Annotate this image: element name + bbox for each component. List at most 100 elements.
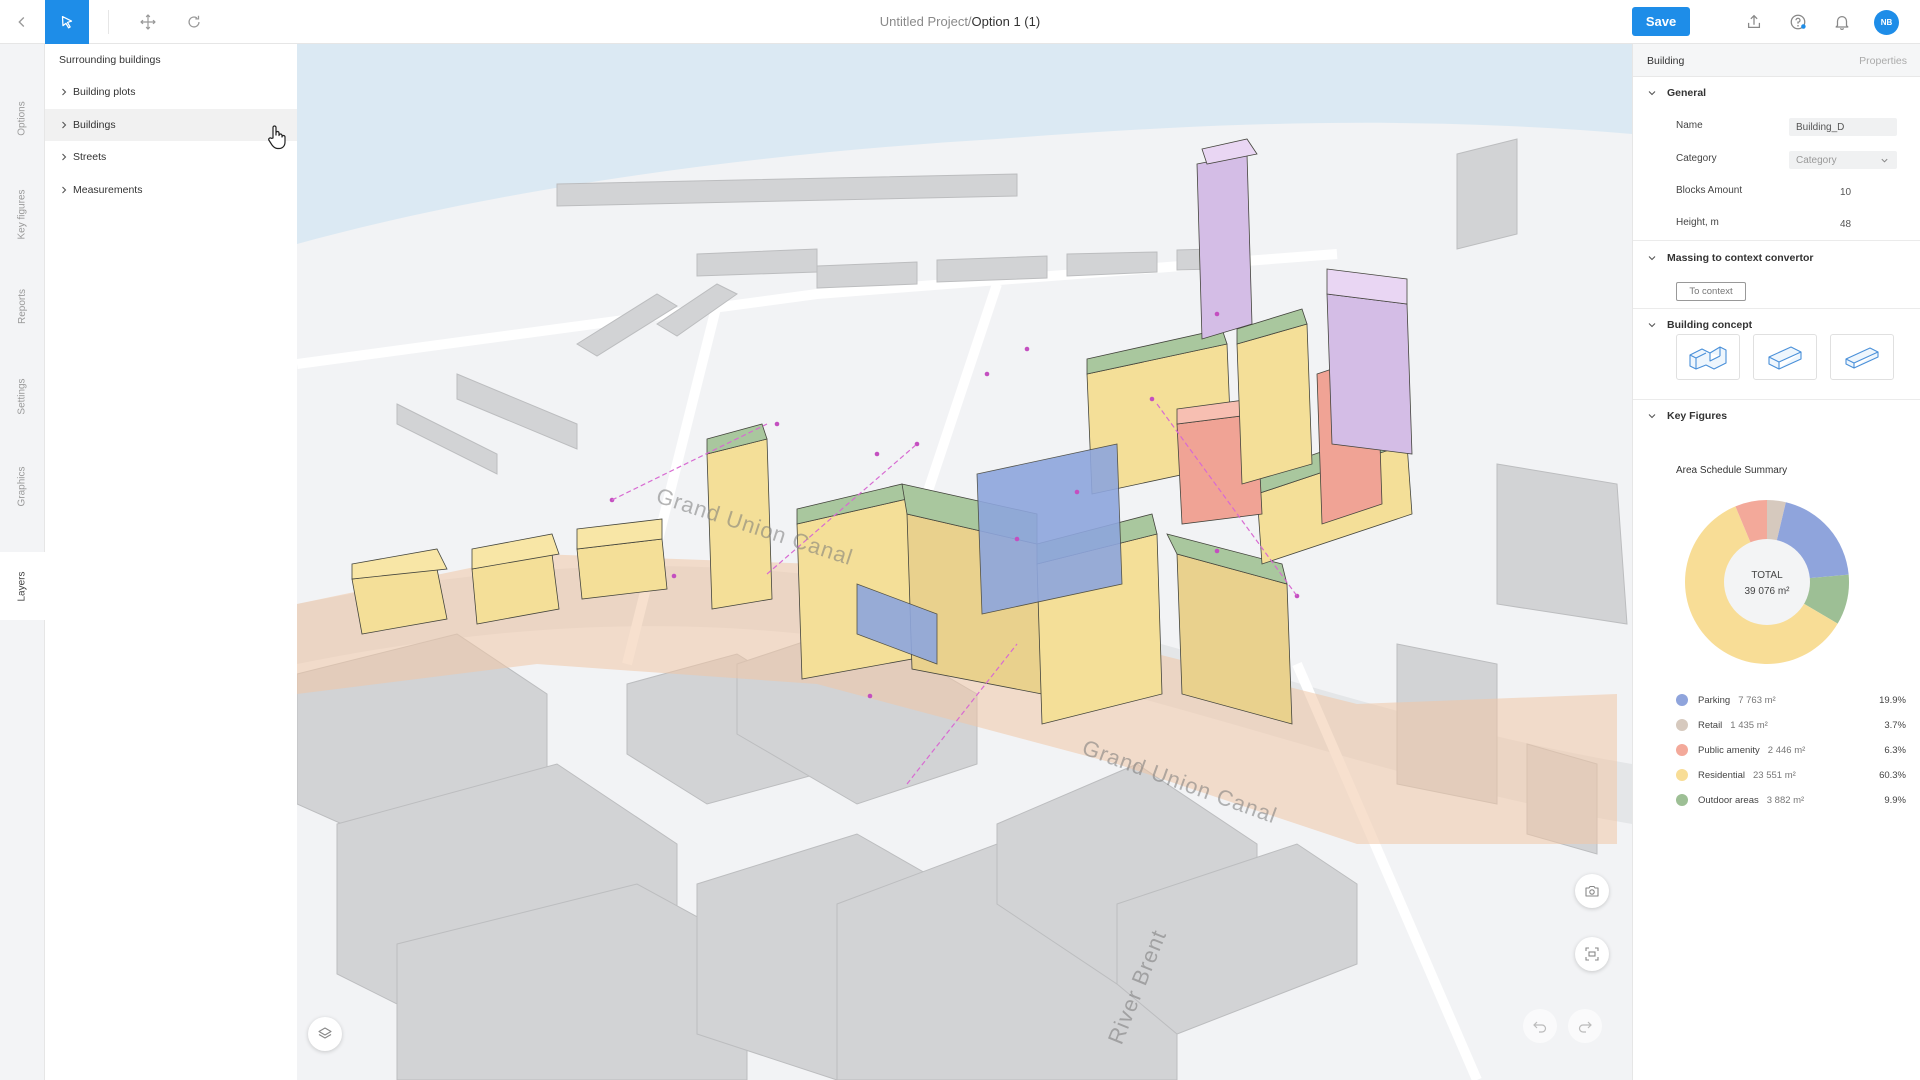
tab-settings[interactable]: Settings (0, 362, 45, 430)
properties-object-type: Building (1647, 55, 1685, 67)
rotate-tool-button[interactable] (172, 0, 216, 44)
chevron-down-icon (1648, 256, 1656, 261)
concept-option-l-shape[interactable] (1676, 334, 1740, 380)
height-field[interactable]: 48 (1833, 215, 1920, 233)
tab-options-label: Options (17, 100, 28, 136)
properties-panel: Building Properties General Name Buildin… (1632, 44, 1920, 1080)
legend-swatch (1676, 769, 1688, 781)
layer-label: Buildings (73, 119, 116, 131)
total-label: TOTAL (1751, 570, 1783, 581)
tab-key-figures-label: Key figures (17, 188, 28, 240)
help-button[interactable] (1776, 0, 1820, 44)
upload-icon (1747, 14, 1761, 29)
chevron-down-icon (1881, 158, 1888, 163)
legend-area: 2 446 m² (1767, 744, 1806, 756)
blocks-amount-field[interactable]: 10 (1833, 183, 1920, 201)
concept-option-slab[interactable] (1753, 334, 1817, 380)
legend-area: 23 551 m² (1753, 769, 1796, 781)
hand-cursor-icon (268, 125, 286, 150)
top-toolbar: Untitled Project/Option 1 (1) Save NB (0, 0, 1920, 44)
category-label: Category (1676, 153, 1717, 164)
chevron-right-icon (62, 121, 67, 129)
section-massing-header[interactable]: Massing to context convertor (1633, 244, 1920, 272)
legend-name: Public amenity (1698, 744, 1760, 756)
project-name: Untitled Project/ (879, 14, 972, 29)
tab-layers-label: Layers (16, 570, 28, 602)
legend-item: Retail 1 435 m² 3.7% (1676, 717, 1906, 733)
select-tool-button[interactable] (45, 0, 89, 44)
legend-percent: 3.7% (1884, 719, 1906, 731)
legend-swatch (1676, 794, 1688, 806)
legend-percent: 9.9% (1884, 794, 1906, 806)
3d-scene[interactable] (297, 44, 1632, 1080)
layer-streets[interactable]: Streets (45, 141, 297, 173)
chart-title: Area Schedule Summary (1676, 465, 1788, 476)
help-icon (1790, 14, 1806, 30)
layer-building-plots[interactable]: Building plots (45, 76, 297, 108)
concept-option-bar[interactable] (1830, 334, 1894, 380)
legend-percent: 6.3% (1884, 744, 1906, 756)
chevron-right-icon (62, 153, 67, 161)
name-field[interactable]: Building_D (1789, 118, 1897, 136)
layers-toggle-button[interactable] (308, 1017, 342, 1051)
layers-icon (318, 1027, 332, 1039)
redo-button[interactable] (1568, 1009, 1602, 1043)
chevron-down-icon (1648, 323, 1656, 328)
layer-label: Building plots (73, 86, 136, 98)
layer-buildings[interactable]: Buildings (45, 109, 297, 141)
legend-percent: 60.3% (1879, 769, 1906, 781)
map-viewport[interactable]: Grand Union Canal Grand Union Canal Rive… (297, 44, 1632, 1080)
chevron-right-icon (62, 186, 67, 194)
category-select[interactable]: Category (1789, 151, 1897, 169)
legend-area: 3 882 m² (1766, 794, 1805, 806)
tab-reports[interactable]: Reports (0, 272, 45, 340)
section-key-figures-header[interactable]: Key Figures (1633, 402, 1920, 430)
back-button[interactable] (0, 0, 44, 44)
properties-tab[interactable]: Properties (1859, 55, 1907, 67)
move-tool-button[interactable] (126, 0, 170, 44)
legend-item: Residential 23 551 m² 60.3% (1676, 767, 1906, 783)
upload-button[interactable] (1732, 0, 1776, 44)
capture-view-button[interactable] (1575, 937, 1609, 971)
section-general-header[interactable]: General (1633, 79, 1920, 107)
user-avatar[interactable]: NB (1874, 10, 1899, 35)
pointer-icon (61, 15, 73, 29)
camera-button[interactable] (1575, 874, 1609, 908)
legend-area: 7 763 m² (1738, 694, 1776, 706)
height-label: Height, m (1676, 217, 1719, 228)
legend-swatch (1676, 719, 1688, 731)
layer-label: Streets (73, 151, 107, 163)
undo-button[interactable] (1523, 1009, 1557, 1043)
save-button[interactable]: Save (1632, 7, 1690, 36)
to-context-button[interactable]: To context (1676, 282, 1746, 301)
move-arrows-icon (140, 14, 156, 30)
legend-name: Retail (1698, 719, 1723, 731)
capture-icon (1585, 947, 1599, 961)
section-divider (1633, 399, 1920, 400)
legend-name: Residential (1698, 769, 1745, 781)
notifications-button[interactable] (1820, 0, 1864, 44)
bar-block-icon (1845, 347, 1879, 369)
camera-icon (1585, 885, 1599, 897)
layer-label: Measurements (73, 184, 143, 196)
layer-measurements[interactable]: Measurements (45, 174, 297, 206)
tab-reports-label: Reports (16, 288, 28, 324)
section-title: General (1667, 87, 1707, 99)
chevron-down-icon (1648, 414, 1656, 419)
bell-icon (1835, 15, 1849, 30)
tab-key-figures[interactable]: Key figures (0, 180, 45, 248)
l-block-icon (1689, 346, 1727, 370)
tab-graphics[interactable]: Graphics (0, 452, 45, 520)
tab-graphics-label: Graphics (16, 465, 28, 507)
legend-item: Public amenity 2 446 m² 6.3% (1676, 742, 1906, 758)
tab-layers[interactable]: Layers (0, 552, 45, 620)
legend-area: 1 435 m² (1730, 719, 1768, 731)
side-tab-bar: Options Key figures Reports Settings Gra… (0, 44, 45, 1080)
category-select-value: Category (1796, 154, 1837, 166)
section-title: Massing to context convertor (1667, 252, 1814, 264)
section-title: Key Figures (1667, 410, 1728, 422)
section-divider (1633, 240, 1920, 241)
toolbar-divider (108, 10, 109, 34)
area-donut-chart: TOTAL 39 076 m² (1684, 500, 1849, 665)
tab-options[interactable]: Options (0, 84, 45, 152)
